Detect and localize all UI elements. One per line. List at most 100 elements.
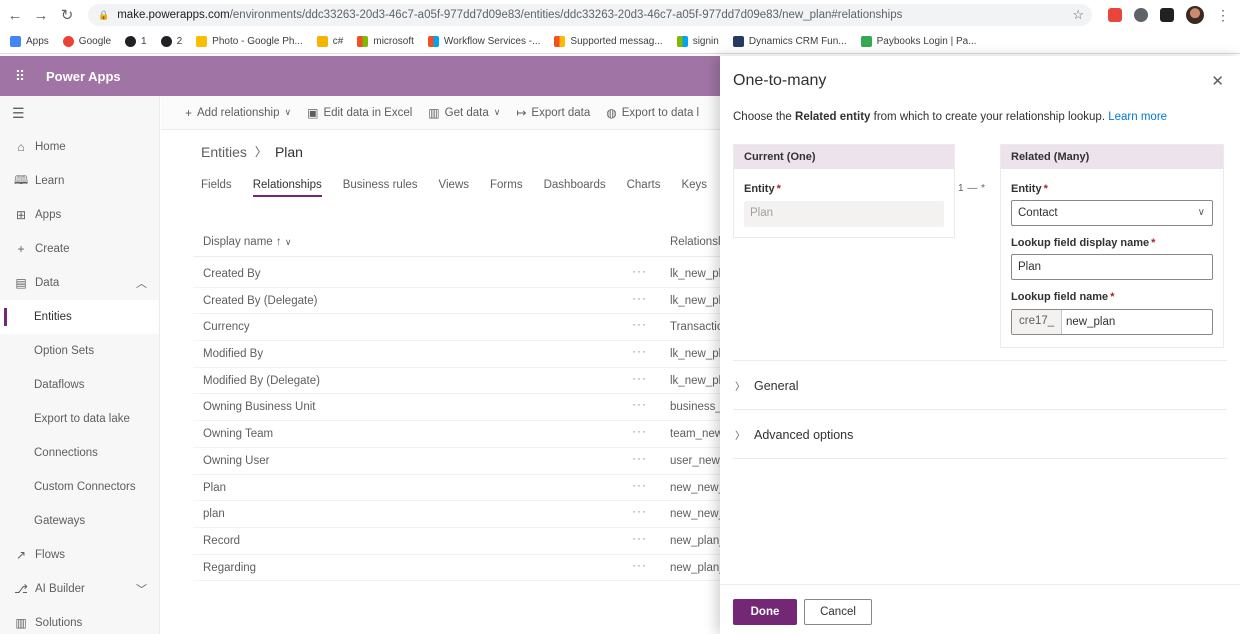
bookmark-item[interactable]: Photo - Google Ph... bbox=[196, 36, 303, 47]
bookmark-item[interactable]: 1 bbox=[125, 36, 147, 47]
table-row[interactable]: Owning Team···team_new_ bbox=[193, 421, 721, 448]
sidebar-item-create[interactable]: + Create bbox=[0, 232, 159, 266]
extension-icon[interactable] bbox=[1160, 8, 1174, 22]
github-icon bbox=[125, 36, 137, 47]
learn-more-link[interactable]: Learn more bbox=[1108, 111, 1167, 123]
more-icon[interactable]: ··· bbox=[632, 478, 647, 492]
tab-keys[interactable]: Keys bbox=[681, 179, 707, 197]
sidebar-item-entities[interactable]: Entities bbox=[0, 300, 159, 334]
bookmark-star-icon[interactable]: ☆ bbox=[1072, 7, 1084, 23]
more-icon[interactable]: ··· bbox=[632, 264, 647, 278]
table-row[interactable]: Plan···new_new_p bbox=[193, 475, 721, 502]
lookup-name-input[interactable]: cre17_ new_plan bbox=[1011, 309, 1213, 335]
sidebar-item-solutions[interactable]: ▥ Solutions bbox=[0, 606, 159, 634]
tab-fields[interactable]: Fields bbox=[201, 179, 232, 197]
more-icon[interactable]: ··· bbox=[632, 558, 647, 572]
get-data-button[interactable]: ▥ Get data ∨ bbox=[428, 106, 500, 120]
edit-excel-button[interactable]: ▣ Edit data in Excel bbox=[307, 106, 412, 120]
table-row[interactable]: Owning User ··· user_new_ bbox=[193, 448, 721, 475]
close-icon[interactable]: ✕ bbox=[1211, 72, 1224, 90]
sidebar-item-gateways[interactable]: Gateways bbox=[0, 504, 159, 538]
table-row[interactable]: Regarding ··· new_plan_ bbox=[193, 555, 721, 582]
bookmark-item[interactable]: Apps bbox=[10, 36, 49, 47]
table-row[interactable]: Modified By (Delegate)···lk_new_plan bbox=[193, 368, 721, 395]
lookup-display-input[interactable]: Plan bbox=[1011, 254, 1213, 280]
bookmark-item[interactable]: Dynamics CRM Fun... bbox=[732, 36, 847, 47]
tab-business-rules[interactable]: Business rules bbox=[343, 179, 418, 197]
folder-icon bbox=[316, 36, 328, 47]
tab-dashboards[interactable]: Dashboards bbox=[544, 179, 606, 197]
address-bar[interactable]: 🔒 make.powerapps.com/environments/ddc332… bbox=[88, 4, 1092, 26]
forward-icon[interactable]: → bbox=[30, 4, 52, 26]
table-row[interactable]: Created By (Delegate)···lk_new_plan bbox=[193, 288, 721, 315]
browser-menu-icon[interactable]: ⋮ bbox=[1216, 8, 1230, 22]
plus-icon: + bbox=[185, 105, 193, 120]
done-button[interactable]: Done bbox=[733, 599, 797, 625]
browser-toolbar: ← → ↻ 🔒 make.powerapps.com/environments/… bbox=[0, 0, 1240, 30]
sidebar-item-connections[interactable]: Connections bbox=[0, 436, 159, 470]
chevron-right-icon: 〉 bbox=[254, 145, 267, 159]
panel-description: Choose the Related entity from which to … bbox=[733, 111, 1168, 123]
more-icon[interactable]: ··· bbox=[632, 504, 647, 518]
bookmark-item[interactable]: c# bbox=[316, 36, 343, 47]
export-data-button[interactable]: ↦ Export data bbox=[516, 106, 590, 120]
waffle-icon[interactable]: ⠿ bbox=[2, 68, 38, 85]
current-entity-card: Current (One) Entity * Plan bbox=[733, 144, 955, 238]
bookmark-item[interactable]: Workflow Services -... bbox=[427, 36, 540, 47]
more-icon[interactable]: ··· bbox=[632, 344, 647, 358]
general-section-toggle[interactable]: 〉 General bbox=[735, 378, 798, 394]
sidebar-item-custom-connectors[interactable]: Custom Connectors bbox=[0, 470, 159, 504]
sidebar-item-apps[interactable]: ⊞ Apps bbox=[0, 198, 159, 232]
advanced-section-toggle[interactable]: 〉 Advanced options bbox=[735, 427, 853, 443]
more-icon[interactable]: ··· bbox=[632, 531, 647, 545]
table-row[interactable]: Owning Business Unit···business_u bbox=[193, 394, 721, 422]
more-icon[interactable]: ··· bbox=[632, 371, 647, 385]
back-icon[interactable]: ← bbox=[4, 4, 26, 26]
tab-forms[interactable]: Forms bbox=[490, 179, 523, 197]
table-row[interactable]: Created By···lk_new_plan bbox=[193, 261, 721, 288]
sidebar-item-data[interactable]: ▤ Data ︿ bbox=[0, 266, 159, 300]
column-display-name[interactable]: Display name ↑ ∨ bbox=[203, 236, 291, 248]
sidebar-item-flows[interactable]: ↗ Flows bbox=[0, 538, 159, 572]
sidebar-item-option-sets[interactable]: Option Sets bbox=[0, 334, 159, 368]
more-icon[interactable]: ··· bbox=[632, 424, 647, 438]
sidebar-item-dataflows[interactable]: Dataflows bbox=[0, 368, 159, 402]
sidebar-item-export-data-lake[interactable]: Export to data lake bbox=[0, 402, 159, 436]
cancel-button[interactable]: Cancel bbox=[804, 599, 872, 625]
sidebar-item-learn[interactable]: 🕮 Learn bbox=[0, 164, 159, 198]
table-row[interactable]: Currency···Transaction bbox=[193, 314, 721, 342]
chevron-down-icon: ∨ bbox=[284, 237, 292, 247]
more-icon[interactable]: ··· bbox=[632, 291, 647, 305]
more-icon[interactable]: ··· bbox=[632, 397, 647, 411]
reload-icon[interactable]: ↻ bbox=[56, 4, 78, 26]
export-lake-button[interactable]: ◍ Export to data l bbox=[606, 106, 699, 120]
column-relationship[interactable]: Relationsl bbox=[670, 236, 721, 248]
bookmark-item[interactable]: microsoft bbox=[357, 36, 414, 47]
sidebar-item-ai-builder[interactable]: ⎇ AI Builder ﹀ bbox=[0, 572, 159, 606]
table-row[interactable]: Modified By···lk_new_plan bbox=[193, 341, 721, 368]
home-icon: ⌂ bbox=[17, 140, 25, 154]
table-row[interactable]: plan···new_new_p bbox=[193, 501, 721, 528]
bookmark-item[interactable]: Paybooks Login | Pa... bbox=[860, 36, 977, 47]
bookmark-item[interactable]: signin bbox=[676, 36, 719, 47]
add-relationship-button[interactable]: + Add relationship ∨ bbox=[185, 106, 291, 120]
sidebar-item-home[interactable]: ⌂ Home bbox=[0, 130, 159, 164]
related-entity-dropdown[interactable]: Contact ∨ bbox=[1011, 200, 1213, 226]
table-row[interactable]: Record ··· new_plan_ bbox=[193, 528, 721, 555]
tab-views[interactable]: Views bbox=[439, 179, 469, 197]
extension-icon[interactable] bbox=[1134, 8, 1148, 22]
profile-avatar[interactable] bbox=[1186, 6, 1204, 24]
hamburger-icon[interactable]: ☰ bbox=[0, 96, 159, 130]
tab-relationships[interactable]: Relationships bbox=[252, 179, 322, 197]
microsoft-icon bbox=[554, 36, 566, 47]
bookmark-item[interactable]: 2 bbox=[160, 36, 182, 47]
tab-charts[interactable]: Charts bbox=[627, 179, 661, 197]
extension-icon[interactable] bbox=[1108, 8, 1122, 22]
bookmark-item[interactable]: Google bbox=[62, 36, 111, 47]
more-icon[interactable]: ··· bbox=[632, 317, 647, 331]
bookmark-item[interactable]: Supported messag... bbox=[554, 36, 663, 47]
more-icon[interactable]: ··· bbox=[632, 451, 647, 465]
google-icon bbox=[62, 36, 74, 47]
apps-icon: ⊞ bbox=[15, 208, 27, 222]
breadcrumb-entities[interactable]: Entities bbox=[201, 144, 247, 160]
